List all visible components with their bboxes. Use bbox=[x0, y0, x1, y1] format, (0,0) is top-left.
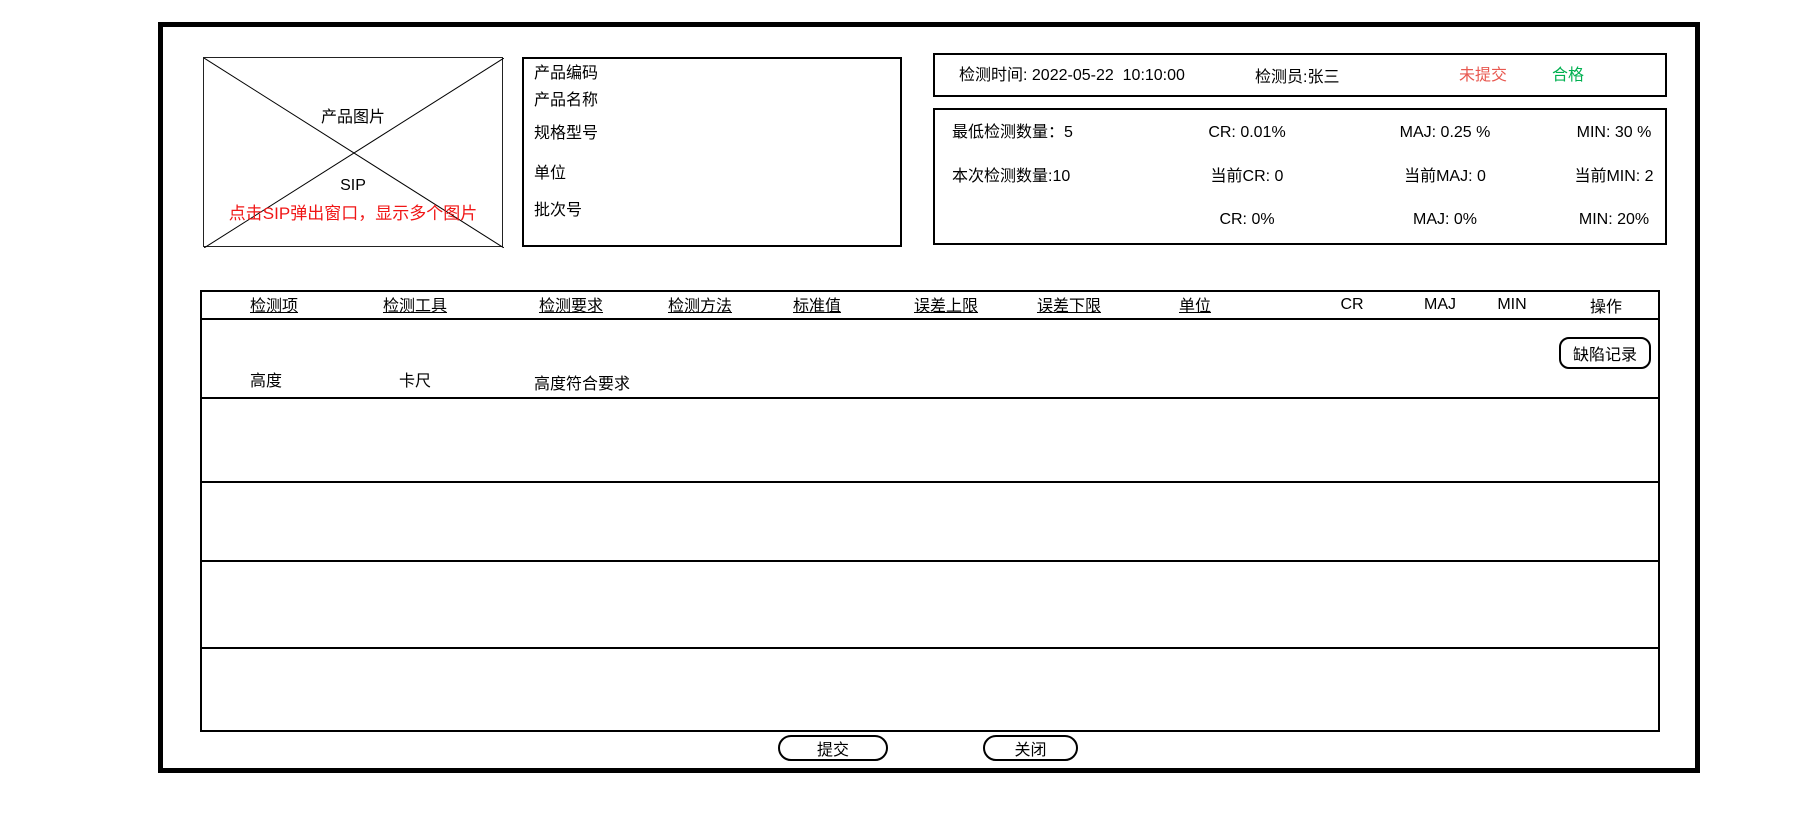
spec-model-label: 规格型号 bbox=[534, 124, 598, 144]
product-info-panel: 产品编码 产品名称 规格型号 单位 批次号 bbox=[522, 57, 902, 247]
cr-limit: CR: 0.01% bbox=[1208, 123, 1285, 143]
min-inspect-qty: 最低检测数量：5 bbox=[952, 123, 1073, 143]
inspection-time: 检测时间: 2022-05-22 10:10:00 bbox=[959, 66, 1185, 86]
col-header-requirement: 检测要求 bbox=[539, 297, 603, 317]
current-maj: 当前MAJ: 0 bbox=[1404, 167, 1486, 187]
col-header-unit: 单位 bbox=[1179, 297, 1211, 317]
row-separator-line bbox=[202, 647, 1658, 649]
cr-rate: CR: 0% bbox=[1219, 210, 1274, 230]
col-header-standard: 标准值 bbox=[793, 297, 841, 317]
current-cr: 当前CR: 0 bbox=[1211, 167, 1284, 187]
maj-rate: MAJ: 0% bbox=[1413, 210, 1477, 230]
col-header-upper-tol: 误差上限 bbox=[914, 297, 978, 317]
maj-limit: MAJ: 0.25 % bbox=[1400, 123, 1491, 143]
inspection-window: 产品图片 SIP 点击SIP弹出窗口，显示多个图片 产品编码 产品名称 规格型号… bbox=[0, 0, 1819, 833]
col-header-lower-tol: 误差下限 bbox=[1037, 297, 1101, 317]
product-name-label: 产品名称 bbox=[534, 91, 598, 111]
inspection-table: 检测项 检测工具 检测要求 检测方法 标准值 误差上限 误差下限 单位 CR M… bbox=[200, 290, 1660, 732]
col-header-tool: 检测工具 bbox=[383, 297, 447, 317]
batch-no-label: 批次号 bbox=[534, 201, 582, 221]
product-code-label: 产品编码 bbox=[534, 64, 598, 84]
cell-item: 高度 bbox=[250, 372, 282, 392]
product-image-label: 产品图片 bbox=[204, 108, 502, 128]
table-row: 高度 卡尺 高度符合要求 缺陷记录 bbox=[202, 320, 1658, 397]
col-header-maj: MAJ bbox=[1424, 295, 1456, 315]
product-image-placeholder[interactable]: 产品图片 SIP 点击SIP弹出窗口，显示多个图片 bbox=[203, 57, 503, 247]
min-rate: MIN: 20% bbox=[1579, 210, 1649, 230]
submit-button[interactable]: 提交 bbox=[778, 735, 888, 761]
unit-label: 单位 bbox=[534, 164, 566, 184]
inspection-time-label: 检测时间: bbox=[959, 67, 1032, 84]
sip-hint-text: 点击SIP弹出窗口，显示多个图片 bbox=[204, 204, 502, 224]
col-header-cr: CR bbox=[1340, 295, 1363, 315]
inspection-time-value: 2022-05-22 10:10:00 bbox=[1032, 67, 1185, 84]
defect-record-button[interactable]: 缺陷记录 bbox=[1559, 337, 1651, 369]
cell-requirement: 高度符合要求 bbox=[534, 375, 630, 395]
submit-status-badge: 未提交 bbox=[1459, 66, 1507, 86]
close-button[interactable]: 关闭 bbox=[983, 735, 1078, 761]
sip-link[interactable]: SIP bbox=[204, 176, 502, 196]
min-limit: MIN: 30 % bbox=[1577, 123, 1652, 143]
result-status-badge: 合格 bbox=[1552, 66, 1584, 86]
row-separator-line bbox=[202, 397, 1658, 399]
inspector-name: 检测员:张三 bbox=[1255, 68, 1339, 88]
row-separator-line bbox=[202, 560, 1658, 562]
row-separator-line bbox=[202, 481, 1658, 483]
current-inspect-qty: 本次检测数量:10 bbox=[952, 167, 1070, 187]
col-header-item: 检测项 bbox=[250, 297, 298, 317]
col-header-method: 检测方法 bbox=[668, 297, 732, 317]
col-header-min: MIN bbox=[1497, 295, 1526, 315]
inspection-header-bar: 检测时间: 2022-05-22 10:10:00 检测员:张三 未提交 合格 bbox=[933, 53, 1667, 97]
inspection-stats-panel: 最低检测数量：5 CR: 0.01% MAJ: 0.25 % MIN: 30 %… bbox=[933, 108, 1667, 245]
col-header-action: 操作 bbox=[1590, 298, 1622, 318]
current-min: 当前MIN: 2 bbox=[1574, 167, 1653, 187]
cell-tool: 卡尺 bbox=[399, 372, 431, 392]
